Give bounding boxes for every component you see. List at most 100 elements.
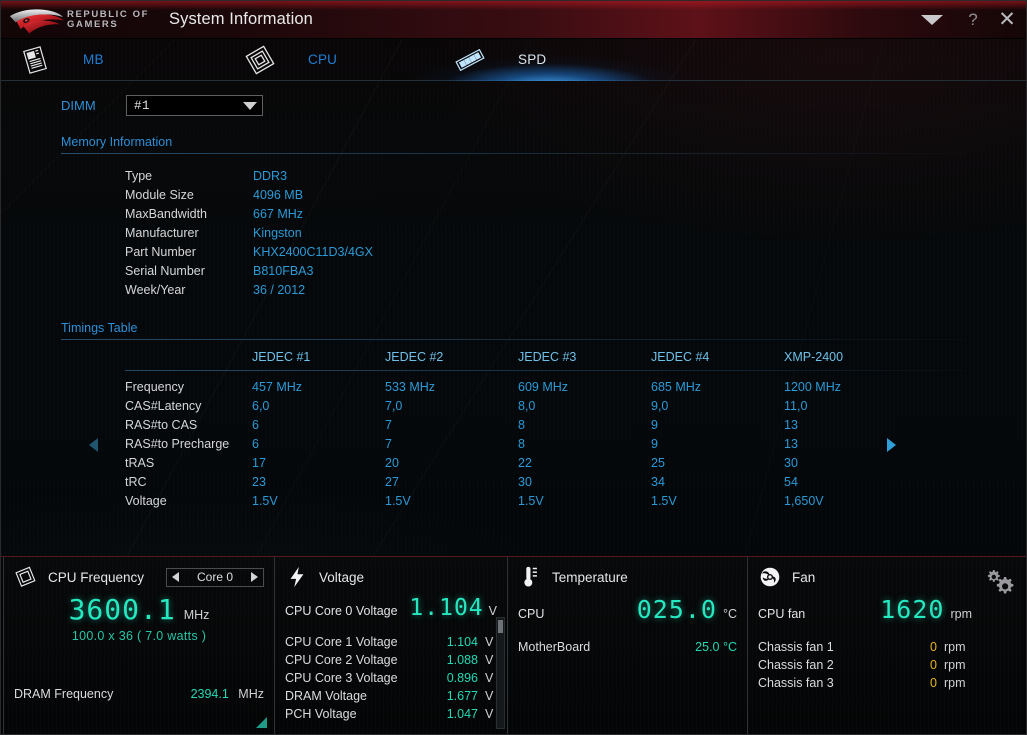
panel-cpu-frequency-header: CPU Frequency Core 0 [14, 565, 264, 589]
timings-cell: 533 MHz [385, 379, 436, 394]
cpu-chip-icon [238, 43, 282, 77]
fan-primary-label: CPU fan [758, 607, 806, 621]
timings-row: RAS#to Precharge 6 7 8 9 13 [125, 434, 917, 453]
timings-body-table: Frequency 457 MHz 533 MHz 609 MHz 685 MHz 120… [125, 377, 917, 510]
arrow-left-icon[interactable] [89, 438, 98, 452]
memory-info-value: 4096 MB [253, 187, 304, 202]
panel-temperature-title: Temperature [552, 569, 628, 585]
panel-fan: Fan CPU fan 1620 rpm Chassis fan 1 0 rpm Ch… [748, 557, 1024, 734]
timings-cell: 685 MHz [651, 379, 702, 394]
status-row-value: 0 [930, 639, 937, 654]
tab-spd[interactable]: SPD [414, 39, 684, 81]
voltage-rows: CPU Core 1 Voltage 1.104 V CPU Core 2 Volta… [285, 633, 497, 723]
memory-information-divider [61, 153, 966, 154]
timings-cell: 54 [784, 474, 798, 489]
thermometer-icon [518, 566, 542, 588]
panel-fan-header: Fan [758, 565, 1014, 589]
close-button[interactable]: ✕ [988, 1, 1026, 39]
timings-cell: 1,650V [784, 493, 824, 508]
timings-row-label: RAS#to Precharge [125, 436, 230, 451]
timings-cell: 1.5V [252, 493, 278, 508]
memory-info-value: B810FBA3 [253, 263, 314, 278]
memory-info-value: DDR3 [253, 168, 288, 183]
tab-mb-label: MB [83, 52, 104, 67]
memory-info-row: Week/Year 36 / 2012 [125, 280, 373, 299]
status-row-value: 25.0 °C [695, 639, 737, 654]
voltage-primary-label: CPU Core 0 Voltage [285, 604, 398, 618]
status-row: CPU Core 2 Voltage 1.088 V [285, 651, 497, 669]
timings-cell: 23 [252, 474, 266, 489]
system-information-window: REPUBLIC OF GAMERS System Information ? … [0, 0, 1027, 735]
memory-info-row: Serial Number B810FBA3 [125, 261, 373, 280]
timings-row-label: tRAS [125, 455, 155, 470]
timings-row: tRAS 17 20 22 25 30 [125, 453, 917, 472]
dram-frequency-unit: MHz [238, 687, 264, 701]
memory-info-key: Part Number [125, 244, 196, 259]
panel-fan-title: Fan [792, 569, 816, 585]
motherboard-icon [13, 43, 57, 77]
tab-cpu[interactable]: CPU [226, 39, 426, 81]
help-button[interactable]: ? [958, 1, 988, 39]
status-row: Chassis fan 3 0 rpm [758, 674, 972, 692]
arrow-left-icon[interactable] [172, 572, 179, 582]
cpu-frequency-value: 3600.1 [68, 593, 176, 626]
fan-primary-row: CPU fan 1620 rpm [758, 595, 1014, 624]
timings-cell: 9,0 [651, 398, 669, 413]
core-selector-value: Core 0 [196, 570, 234, 584]
gears-icon[interactable] [984, 567, 1018, 597]
timings-column-header: JEDEC #1 [252, 350, 311, 364]
status-bar: CPU Frequency Core 0 3600.1 MHz 100.0 x … [1, 556, 1026, 734]
arrow-right-icon[interactable] [887, 438, 896, 452]
status-row-unit: rpm [944, 639, 966, 654]
voltage-primary-row: CPU Core 0 Voltage 1.104 V [285, 595, 497, 621]
core-selector[interactable]: Core 0 [166, 567, 264, 587]
rog-brand-text: REPUBLIC OF GAMERS [67, 10, 149, 29]
timings-row-label: Voltage [125, 493, 167, 508]
timings-cell: 13 [784, 417, 798, 432]
timings-header-divider [125, 370, 966, 371]
timings-row: RAS#to CAS 6 7 8 9 13 [125, 415, 917, 434]
window-controls: ? ✕ [906, 1, 1026, 38]
timings-cell: 8 [518, 417, 525, 432]
timings-cell: 30 [518, 474, 532, 489]
dimm-selected-value: #1 [134, 98, 151, 113]
tab-bar: MB CPU SPD [1, 39, 1026, 81]
status-row-label: CPU Core 1 Voltage [285, 634, 398, 649]
timings-row: CAS#Latency 6,0 7,0 8,0 9,0 11,0 [125, 396, 917, 415]
status-row-value: 0.896 [446, 670, 478, 685]
panel-cpu-frequency-title: CPU Frequency [48, 569, 145, 585]
tab-mb[interactable]: MB [1, 39, 216, 81]
dram-frequency-row: DRAM Frequency 2394.1 MHz [14, 687, 264, 701]
timings-column-header: XMP-2400 [784, 350, 844, 364]
cpu-chip-icon [14, 566, 38, 588]
voltage-scrollbar[interactable] [496, 617, 505, 729]
voltage-scrollbar-thumb[interactable] [498, 620, 503, 633]
title-bar: REPUBLIC OF GAMERS System Information ? … [1, 1, 1026, 39]
memory-info-value: Kingston [253, 225, 302, 240]
memory-info-key: Week/Year [125, 282, 186, 297]
fan-primary-value: 1620 [880, 595, 945, 624]
status-row-unit: rpm [944, 675, 966, 690]
status-row-unit: rpm [944, 657, 966, 672]
dimm-row: DIMM #1 [61, 95, 1026, 116]
temperature-primary-label: CPU [518, 607, 545, 621]
voltage-primary-value: 1.104 [409, 595, 484, 621]
timings-cell: 6 [252, 436, 259, 451]
memory-info-value: KHX2400C11D3/4GX [253, 244, 373, 259]
timings-row-label: Frequency [125, 379, 185, 394]
status-row: CPU Core 1 Voltage 1.104 V [285, 633, 497, 651]
main-content: DIMM #1 Memory Information Type DDR3 Modul… [1, 95, 1026, 600]
memory-information-heading: Memory Information [61, 135, 173, 149]
resize-corner-icon[interactable] [256, 717, 267, 728]
panel-voltage: Voltage CPU Core 0 Voltage 1.104 V CPU C… [275, 557, 508, 734]
timings-row-label: tRC [125, 474, 147, 489]
minimize-button[interactable] [906, 1, 958, 39]
status-row-value: 0 [930, 657, 937, 672]
temperature-primary-unit: °C [722, 607, 737, 621]
close-icon: ✕ [998, 8, 1016, 31]
timings-cell: 7 [385, 436, 392, 451]
timings-column-header: JEDEC #2 [385, 350, 444, 364]
arrow-right-icon[interactable] [251, 572, 258, 582]
dimm-select[interactable]: #1 [126, 95, 263, 116]
cpu-frequency-unit: MHz [183, 608, 210, 622]
